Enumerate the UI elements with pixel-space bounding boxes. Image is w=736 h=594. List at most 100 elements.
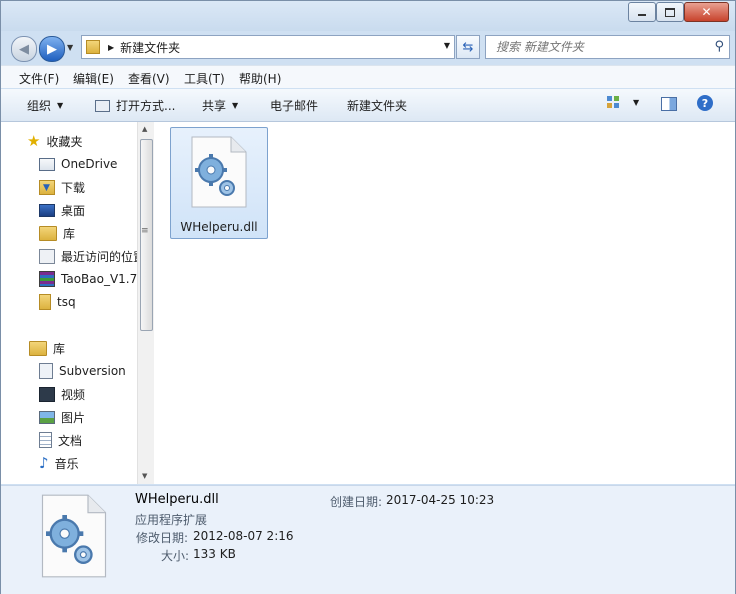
navigation-bar: ◀ ▶ ▼ ▶ 新建文件夹 ▼ ⇆ ⚲ — [1, 31, 735, 63]
search-box[interactable]: ⚲ — [485, 35, 730, 59]
document-icon — [39, 432, 52, 448]
sidebar-item-label: 库 — [63, 226, 76, 241]
maximize-button[interactable] — [656, 2, 684, 22]
menu-bar: 文件(F) 编辑(E) 查看(V) 工具(T) 帮助(H) — [1, 65, 735, 88]
file-list[interactable]: WHelperu.dll — [154, 122, 735, 484]
window-icon — [95, 99, 110, 112]
address-bar[interactable]: ▶ 新建文件夹 ▼ — [81, 35, 455, 59]
sidebar-item-tsq[interactable]: tsq — [39, 291, 76, 313]
email-label: 电子邮件 — [270, 99, 319, 113]
navigation-scrollbar[interactable]: ▲ ≡ ▼ — [137, 122, 154, 484]
recent-places-icon — [39, 248, 55, 264]
sidebar-item-subversion[interactable]: Subversion — [39, 360, 126, 382]
new-folder-button[interactable]: 新建文件夹 — [347, 97, 407, 114]
search-input[interactable] — [494, 39, 708, 55]
help-icon: ? — [697, 95, 713, 111]
help-button[interactable]: ? — [697, 95, 713, 111]
sidebar-item-recent-places[interactable]: 最近访问的位置 — [39, 245, 137, 267]
refresh-button[interactable]: ⇆ — [456, 35, 480, 59]
sidebar-item-label: 下载 — [61, 180, 86, 195]
back-arrow-icon: ◀ — [19, 41, 29, 57]
archive-icon — [39, 271, 55, 287]
sidebar-item-favorites[interactable]: ★ 收藏夹 — [27, 130, 82, 152]
email-button[interactable]: 电子邮件 — [270, 97, 318, 114]
menu-file[interactable]: 文件(F) — [19, 70, 59, 87]
details-size-label: 大小: — [161, 549, 190, 563]
folder-icon — [39, 294, 51, 310]
change-view-button[interactable]: ▼ — [607, 96, 639, 108]
sidebar-item-label: 收藏夹 — [46, 134, 83, 149]
minimize-button[interactable] — [628, 2, 656, 22]
desktop-icon — [39, 203, 55, 217]
sidebar-item-pictures[interactable]: 图片 — [39, 406, 85, 428]
file-item[interactable]: WHelperu.dll — [170, 127, 268, 239]
menu-help[interactable]: 帮助(H) — [239, 70, 281, 87]
details-modified-label: 修改日期: — [136, 531, 189, 545]
sidebar-item-label: 最近访问的位置 — [61, 249, 137, 264]
search-icon[interactable]: ⚲ — [714, 39, 724, 54]
new-folder-label: 新建文件夹 — [347, 99, 408, 113]
scroll-down-icon[interactable]: ▼ — [142, 472, 147, 480]
dll-file-icon — [41, 494, 107, 578]
address-dropdown-icon[interactable]: ▼ — [444, 41, 450, 50]
details-pane: WHelperu.dll 应用程序扩展 修改日期: 2012-08-07 2:1… — [1, 485, 735, 594]
breadcrumb-separator-icon[interactable]: ▶ — [108, 43, 114, 52]
open-with-label: 打开方式... — [116, 99, 176, 113]
sidebar-item-libraries[interactable]: 库 — [29, 337, 65, 359]
chevron-down-icon: ▼ — [232, 101, 239, 110]
sidebar-item-taobao[interactable]: TaoBao_V1.7 — [39, 268, 137, 290]
chevron-down-icon: ▼ — [633, 97, 640, 107]
open-with-button[interactable]: 打开方式... — [95, 97, 175, 114]
library-folder-icon — [39, 225, 57, 241]
sidebar-item-downloads[interactable]: ▼ 下载 — [39, 176, 85, 198]
onedrive-icon — [39, 157, 55, 171]
minimize-icon — [638, 14, 646, 16]
organize-button[interactable]: 组织 ▼ — [27, 97, 63, 114]
sidebar-item-videos[interactable]: 视频 — [39, 383, 85, 405]
sidebar-item-documents[interactable]: 文档 — [39, 429, 82, 451]
chevron-down-icon: ▼ — [57, 101, 64, 110]
picture-icon — [39, 410, 55, 424]
details-file-type: 应用程序扩展 — [135, 513, 208, 527]
dll-file-icon — [191, 136, 247, 208]
sidebar-item-label: tsq — [57, 295, 76, 309]
sidebar-item-library-shortcut[interactable]: 库 — [39, 222, 75, 244]
scroll-grip-icon: ≡ — [141, 226, 149, 236]
preview-pane-button[interactable] — [661, 97, 677, 111]
menu-tools[interactable]: 工具(T) — [184, 70, 225, 87]
sidebar-item-music[interactable]: ♪ 音乐 — [39, 452, 79, 474]
details-created-label: 创建日期: — [330, 495, 383, 509]
details-modified-value: 2012-08-07 2:16 — [193, 529, 294, 543]
organize-label: 组织 — [27, 99, 52, 113]
scroll-up-icon[interactable]: ▲ — [142, 125, 147, 133]
command-bar: 组织 ▼ 打开方式... 共享 ▼ 电子邮件 新建文件夹 ▼ ? — [1, 89, 735, 122]
sidebar-item-onedrive[interactable]: OneDrive — [39, 153, 117, 175]
share-button[interactable]: 共享 ▼ — [202, 97, 238, 114]
menu-edit[interactable]: 编辑(E) — [73, 70, 114, 87]
explorer-window: ✕ ◀ ▶ ▼ ▶ 新建文件夹 ▼ ⇆ ⚲ 文件(F) 编辑(E) 查看(V) … — [0, 0, 736, 594]
file-name: WHelperu.dll — [180, 220, 258, 234]
sidebar-item-desktop[interactable]: 桌面 — [39, 199, 85, 221]
back-button[interactable]: ◀ — [11, 36, 37, 62]
music-icon: ♪ — [39, 454, 49, 472]
sidebar-item-label: Subversion — [59, 364, 126, 378]
star-icon: ★ — [27, 132, 41, 150]
details-size-value: 133 KB — [193, 547, 236, 561]
menu-view[interactable]: 查看(V) — [128, 70, 170, 87]
forward-arrow-icon: ▶ — [47, 41, 57, 57]
downloads-folder-icon: ▼ — [39, 179, 55, 195]
forward-button[interactable]: ▶ — [39, 36, 65, 62]
share-label: 共享 — [202, 99, 227, 113]
sidebar-item-label: 图片 — [61, 410, 86, 425]
sidebar-item-label: 音乐 — [54, 456, 79, 471]
navigation-pane: ★ 收藏夹 OneDrive ▼ 下载 桌面 库 最近访问的位置 TaoBao_… — [1, 122, 137, 484]
close-button[interactable]: ✕ — [684, 2, 729, 22]
sidebar-item-label: 桌面 — [61, 203, 86, 218]
close-icon: ✕ — [701, 5, 712, 19]
subversion-icon — [39, 363, 53, 379]
sidebar-item-label: OneDrive — [61, 157, 118, 171]
breadcrumb-current[interactable]: 新建文件夹 — [120, 39, 180, 56]
recent-pages-chevron-icon[interactable]: ▼ — [67, 43, 73, 52]
maximize-icon — [665, 7, 675, 17]
details-created-value: 2017-04-25 10:23 — [386, 493, 495, 507]
